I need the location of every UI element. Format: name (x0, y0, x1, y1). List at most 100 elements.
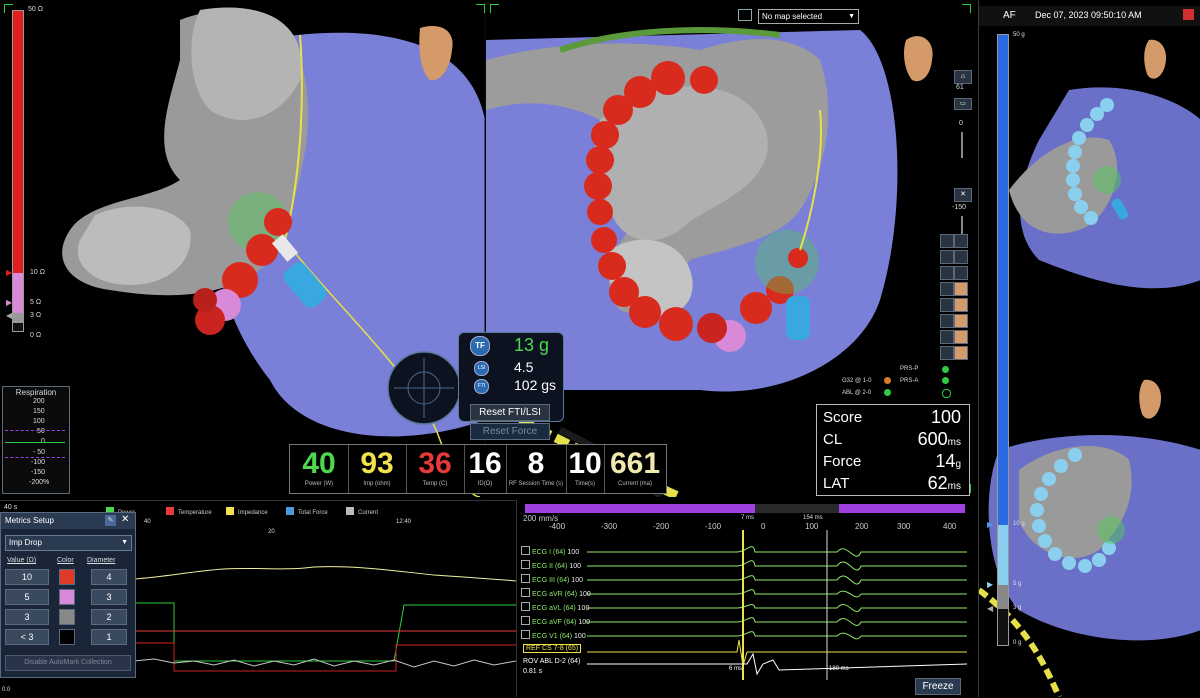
checkbox-icon[interactable] (521, 602, 530, 611)
row-color-swatch[interactable] (59, 589, 75, 605)
respiration-title: Respiration (15, 388, 57, 397)
marker-icon[interactable]: ▶ (987, 580, 993, 589)
respiration-tick: -100 (31, 459, 46, 466)
marker-icon[interactable]: ▶ (6, 268, 12, 277)
ecg-channel-name: ECG II (64) (532, 563, 568, 570)
marker-icon[interactable]: ▶ (6, 298, 12, 307)
rov-time: 0.81 s (523, 668, 543, 675)
row-diameter-input[interactable]: 3 (91, 589, 127, 605)
status-led-icon (884, 377, 891, 384)
tool-icon[interactable] (954, 250, 968, 264)
ecg-channel-row[interactable]: ECG II (64) 100 (521, 560, 581, 570)
legend-item-current[interactable]: Current (346, 507, 378, 516)
tool-icon[interactable] (940, 298, 954, 312)
close-icon[interactable]: ✕ (954, 188, 972, 202)
freeze-button[interactable]: Freeze (915, 678, 961, 695)
checkbox-icon[interactable] (521, 616, 530, 625)
lat-annotation-a: 6 ms (729, 666, 743, 672)
force-mark-3: 3 g (1013, 605, 1022, 611)
row-diameter-input[interactable]: 2 (91, 609, 127, 625)
torso-icon[interactable] (954, 314, 968, 328)
metric-value: 16 (468, 447, 502, 480)
row-color-swatch[interactable] (59, 609, 75, 625)
row-value-input[interactable]: 5 (5, 589, 49, 605)
cl-number: 600 (917, 429, 948, 449)
ecg-channel-row[interactable]: ECG V1 (64) 100 (521, 630, 586, 640)
row-color-swatch[interactable] (59, 569, 75, 585)
row-value-input[interactable]: 10 (5, 569, 49, 585)
toolbar-value: 0 (959, 120, 963, 127)
contact-force-widget: TF 13 g LSI 4.5 FTI 102 gs Reset FTI/LSI… (386, 332, 564, 440)
row-diameter-input[interactable]: 4 (91, 569, 127, 585)
tool-icon[interactable] (940, 250, 954, 264)
metric-temperature: 36 Temp (C) (406, 445, 465, 493)
toolbar-count: 61 (956, 84, 964, 91)
pin-icon[interactable]: ✎ (105, 515, 116, 526)
checkbox-icon[interactable] (521, 546, 530, 555)
ecg-channel-row[interactable]: ECG aVR (64) 100 (521, 588, 591, 598)
torso-icon[interactable] (954, 298, 968, 312)
ecg-timeline-bar[interactable] (525, 504, 965, 513)
record-icon[interactable] (1183, 9, 1194, 20)
legend-item-total-force[interactable]: Total Force (286, 507, 328, 516)
tool-icon[interactable] (954, 266, 968, 280)
close-icon[interactable]: ✕ (121, 514, 129, 525)
checkbox-icon[interactable] (521, 630, 530, 639)
zoom-slider[interactable] (961, 132, 963, 158)
metric-current: 661 Current (ma) (604, 445, 666, 493)
ecg-channel-row[interactable]: ECG aVF (64) 100 (521, 616, 590, 626)
respiration-tick: 200 (33, 398, 45, 405)
legend-item-impedance[interactable]: Impedance (226, 507, 268, 516)
respiration-panel: Respiration 200 150 100 50 0 - 50 -100 -… (2, 386, 70, 494)
tool-icon[interactable] (940, 266, 954, 280)
checkbox-icon[interactable] (521, 588, 530, 597)
map-select-dropdown[interactable]: No map selected ▼ (758, 9, 859, 24)
row-value-input[interactable]: < 3 (5, 629, 49, 645)
metric-type-dropdown[interactable]: Imp Drop ▼ (5, 535, 132, 551)
row-color-swatch[interactable] (59, 629, 75, 645)
torso-icon[interactable] (954, 330, 968, 344)
impedance-bar (12, 10, 24, 332)
trend-chart[interactable] (134, 531, 516, 697)
tool-icon[interactable] (940, 314, 954, 328)
force-scale: 50 g ▶ 10 g ▶ 5 g ◀ 3 g 0 g (985, 32, 1035, 654)
tool-icon[interactable] (954, 234, 968, 248)
rov-channel-label[interactable]: ROV ABL D-2 (64) (523, 658, 580, 665)
impedance-scale-bottom: 0 Ω (30, 332, 42, 339)
ecg-channel-row[interactable]: ECG I (64) 100 (521, 546, 579, 556)
checkbox-icon[interactable] (521, 574, 530, 583)
metric-setup-row: 10 4 (5, 569, 129, 585)
reset-force-button[interactable]: Reset Force (470, 423, 550, 440)
marker-icon[interactable]: ▶ (987, 520, 993, 529)
status-led-icon (884, 389, 891, 396)
row-value-input[interactable]: 3 (5, 609, 49, 625)
tool-icon[interactable] (940, 282, 954, 296)
zoom-icon[interactable]: ▭ (954, 98, 972, 110)
marker-icon[interactable]: ◀ (6, 311, 12, 320)
legend-item-temperature[interactable]: Temperature (166, 507, 212, 516)
marker-icon[interactable]: ◀ (987, 604, 993, 613)
ecg-channel-row[interactable]: ECG aVL (64) 100 (521, 602, 589, 612)
torso-icon[interactable] (954, 282, 968, 296)
disable-automark-button[interactable]: Disable AutoMark Collection (5, 655, 131, 671)
checkbox-icon[interactable] (521, 560, 530, 569)
abl-label: ABL @ 2-0 (842, 390, 872, 396)
metric-value: 93 (360, 447, 394, 480)
metric-value: 40 (302, 447, 336, 480)
ecg-channel-row[interactable]: ECG III (64) 100 (521, 574, 583, 584)
tool-icon[interactable] (940, 234, 954, 248)
ecg-channel-gain: 100 (574, 633, 586, 640)
rhythm-label: AF (1003, 10, 1016, 21)
ref-channel-label[interactable]: REF CS 7-8 (65) (523, 644, 582, 653)
lat-annotation-b: 180 ms (829, 666, 849, 672)
tool-icon[interactable] (940, 346, 954, 360)
torso-icon[interactable] (954, 346, 968, 360)
dialog-header: Metrics Setup ✎ ✕ (1, 513, 135, 529)
lsi-value: 4.5 (514, 359, 534, 375)
tool-icon[interactable] (940, 330, 954, 344)
frame-corner (490, 4, 499, 13)
map-icon[interactable] (738, 9, 752, 21)
row-diameter-input[interactable]: 1 (91, 629, 127, 645)
reset-fti-lsi-button[interactable]: Reset FTI/LSI (470, 404, 550, 421)
home-icon[interactable]: ⌂ (954, 70, 972, 84)
